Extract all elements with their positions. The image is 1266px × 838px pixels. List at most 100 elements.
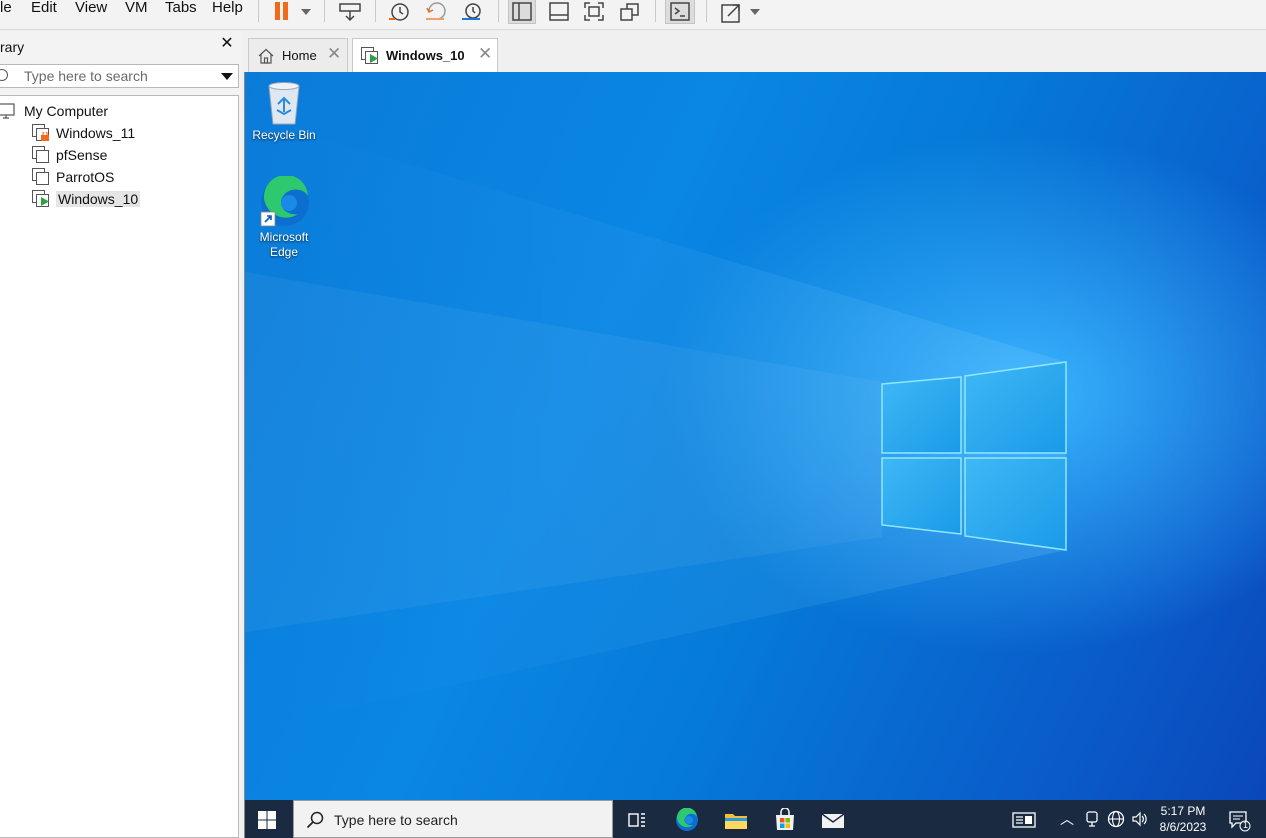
network-icon[interactable] [1107, 810, 1125, 828]
toolbar-separator [498, 0, 499, 22]
notification-count-badge: 1 [1242, 820, 1248, 830]
show-thumbnail-bar-icon [549, 2, 569, 21]
tree-item-parrotos[interactable]: ParrotOS [32, 167, 114, 187]
tree-item-label: My Computer [24, 103, 109, 119]
menu-help[interactable]: Help [212, 0, 243, 18]
tree-item-pfsense[interactable]: pfSense [32, 145, 107, 165]
windows-taskbar: ︿ 5:17 PM 8/6/2023 1 [245, 800, 1266, 838]
computer-icon [0, 103, 15, 119]
library-search-box [0, 64, 239, 88]
toolbar-separator [258, 0, 259, 22]
console-view-button[interactable] [665, 0, 695, 24]
mail-icon[interactable] [821, 808, 845, 832]
close-icon[interactable]: ✕ [478, 45, 492, 62]
vm-icon [32, 168, 50, 186]
dropdown-arrow-icon [301, 9, 311, 15]
desktop-icon-microsoft-edge[interactable]: Microsoft Edge [245, 176, 324, 260]
meet-now-icon[interactable] [1085, 810, 1099, 828]
full-screen-button[interactable] [581, 0, 607, 24]
tree-item-label: ParrotOS [56, 169, 115, 185]
snapshot-manager-icon [462, 3, 481, 20]
full-screen-icon [584, 2, 604, 21]
tab-label: Home [282, 48, 317, 63]
snapshot-manager-button[interactable] [459, 0, 485, 24]
vm-locked-icon [32, 124, 50, 142]
clock-date: 8/6/2023 [1159, 820, 1207, 834]
clock-time: 5:17 PM [1160, 804, 1206, 818]
windows-logo-wallpaper [245, 127, 1067, 722]
snapshot-icon [389, 3, 409, 21]
show-library-button[interactable] [508, 0, 536, 24]
vm-running-icon [361, 46, 379, 65]
library-panel: rary ✕ My Computer Windows_11 pfSense [0, 31, 241, 838]
menu-edit[interactable]: Edit [31, 0, 57, 18]
tree-item-windows-10[interactable]: Windows_10 [32, 189, 141, 209]
home-icon [258, 48, 274, 64]
toolbar-separator [324, 0, 325, 22]
file-explorer-icon[interactable] [724, 808, 748, 832]
taskbar-search-box [293, 800, 613, 838]
menu-file[interactable]: le [0, 0, 12, 18]
tab-home[interactable]: Home ✕ [248, 38, 348, 72]
system-clock[interactable]: 5:17 PM 8/6/2023 [1153, 803, 1213, 835]
send-ctrl-alt-del-button[interactable] [337, 0, 363, 24]
tab-bar: Home ✕ Windows_10 ✕ [244, 31, 1266, 72]
vm-icon [32, 146, 50, 164]
tree-item-label: pfSense [56, 147, 108, 163]
send-ctrl-alt-del-icon [339, 3, 361, 22]
toolbar-separator [706, 0, 707, 22]
chevron-down-icon[interactable] [221, 73, 233, 80]
power-dropdown-button[interactable] [298, 0, 314, 24]
stretch-dropdown-button[interactable] [747, 0, 763, 24]
close-icon[interactable]: ✕ [327, 45, 341, 62]
library-tree: My Computer Windows_11 pfSense ParrotOS … [0, 95, 239, 838]
action-center-button[interactable]: 1 [1227, 808, 1251, 832]
unity-button[interactable] [617, 0, 643, 24]
desktop-icon-label: Microsoft [259, 230, 309, 244]
library-search-input[interactable] [24, 67, 214, 85]
task-view-icon[interactable] [625, 808, 649, 832]
volume-icon[interactable] [1131, 810, 1149, 828]
windows-start-icon[interactable] [257, 810, 277, 830]
tree-item-label: Windows_11 [56, 125, 136, 141]
chevron-up-icon[interactable]: ︿ [1060, 810, 1074, 828]
microsoft-store-icon[interactable] [773, 808, 797, 832]
close-icon[interactable]: ✕ [219, 36, 235, 52]
microsoft-edge-icon[interactable] [675, 808, 699, 832]
dropdown-arrow-icon [750, 9, 760, 15]
desktop-icon-label: Edge [269, 245, 299, 259]
recycle-bin-icon [268, 82, 300, 125]
tree-item-my-computer[interactable]: My Computer [0, 101, 108, 121]
menu-tabs[interactable]: Tabs [165, 0, 197, 18]
search-icon [306, 811, 324, 829]
revert-snapshot-button[interactable] [423, 0, 449, 24]
pause-icon [275, 2, 288, 20]
show-library-icon [512, 1, 532, 21]
tab-label: Windows_10 [386, 48, 465, 63]
search-icon [0, 69, 8, 81]
toolbar-separator [655, 0, 656, 22]
vm-running-icon [32, 190, 50, 208]
menu-vm[interactable]: VM [125, 0, 148, 18]
pause-button[interactable] [270, 0, 294, 24]
console-view-icon [670, 1, 690, 21]
tree-item-windows-11[interactable]: Windows_11 [32, 123, 135, 143]
toolbar-separator [375, 0, 376, 22]
taskbar-search-input[interactable] [334, 811, 594, 829]
unity-icon [620, 3, 639, 21]
take-snapshot-button[interactable] [386, 0, 412, 24]
show-thumbnail-bar-button[interactable] [546, 0, 572, 24]
microsoft-edge-icon [260, 176, 309, 227]
revert-snapshot-icon [426, 2, 446, 20]
vm-display[interactable]: Recycle Bin Microsoft Edge Type here to … [244, 72, 1266, 838]
desktop-icon-label: Recycle Bin [252, 128, 316, 142]
news-widget-icon[interactable] [1011, 808, 1037, 832]
desktop-icon-recycle-bin[interactable]: Recycle Bin [245, 80, 324, 143]
stretch-guest-icon [721, 4, 740, 23]
menu-toolbar: le Edit View VM Tabs Help [0, 0, 1266, 30]
tree-item-label: Windows_10 [56, 191, 141, 207]
tab-windows-10[interactable]: Windows_10 ✕ [352, 38, 498, 72]
library-title: rary [0, 39, 25, 55]
menu-view[interactable]: View [75, 0, 107, 18]
stretch-guest-button[interactable] [717, 0, 745, 24]
